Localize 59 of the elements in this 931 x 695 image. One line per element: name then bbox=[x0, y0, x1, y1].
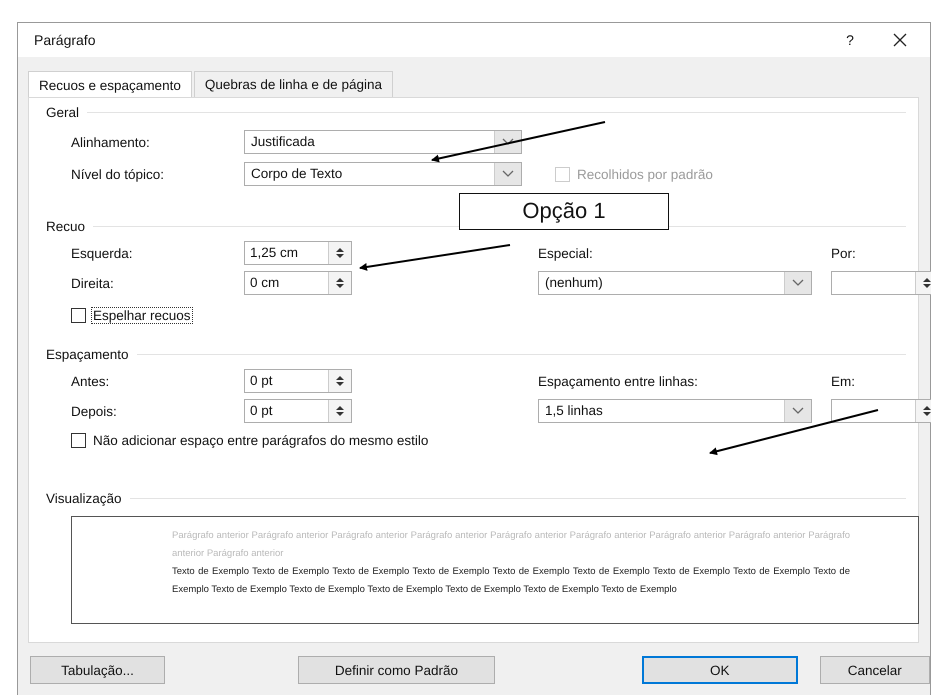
dropdown-value: Justificada bbox=[250, 133, 316, 151]
section-heading: Recuo bbox=[46, 218, 86, 234]
chevron-down-icon bbox=[502, 170, 514, 178]
spin-field[interactable]: 0 cm bbox=[244, 271, 352, 295]
section-heading: Geral bbox=[46, 104, 80, 120]
dialog-button[interactable]: OK bbox=[642, 656, 798, 684]
field-value: 0 pt bbox=[249, 372, 274, 390]
field-label: Depois: bbox=[71, 404, 118, 418]
checkbox-label: Não adicionar espaço entre parágrafos do mesmo estilo bbox=[92, 432, 430, 448]
spin-field[interactable] bbox=[831, 399, 931, 423]
spin-arrows-icon[interactable] bbox=[335, 276, 345, 290]
tab[interactable]: Quebras de linha e de página bbox=[194, 71, 393, 97]
field-label: Especial: bbox=[538, 246, 594, 260]
spin-field[interactable] bbox=[831, 271, 931, 295]
field-value: 0 cm bbox=[249, 274, 280, 292]
field-value: 1,25 cm bbox=[249, 244, 300, 262]
spin-field[interactable]: 0 pt bbox=[244, 399, 352, 423]
dropdown-field[interactable]: 1,5 linhas bbox=[538, 399, 812, 423]
window-title: Parágrafo bbox=[34, 32, 96, 48]
field-label: Em: bbox=[831, 374, 856, 388]
spin-arrows-icon[interactable] bbox=[335, 374, 345, 388]
dropdown-value: (nenhum) bbox=[544, 274, 604, 292]
dialog-button[interactable]: Definir como Padrão bbox=[298, 656, 495, 684]
spin-arrows-icon[interactable] bbox=[922, 276, 931, 290]
dropdown-value: Corpo de Texto bbox=[250, 165, 344, 183]
chevron-down-icon bbox=[792, 279, 804, 287]
dropdown-button[interactable] bbox=[494, 131, 521, 153]
spin-field[interactable]: 1,25 cm bbox=[244, 241, 352, 265]
section-heading: Visualização bbox=[46, 490, 122, 506]
sample-text: Texto de Exemplo Texto de Exemplo Texto de Exemplo Texto de Exemplo Texto de Exemplo Texto de Exemplo Texto de Exemplo Texto de Exemplo Texto de Exemplo Texto de Exemplo Texto de Exemplo Texto de Exemplo Texto de Exemplo Texto de Exemplo Texto de Exemplo bbox=[172, 565, 850, 597]
checkbox[interactable] bbox=[71, 308, 86, 322]
section-heading: Espaçamento bbox=[46, 346, 129, 362]
annotation-label: Opção 1 bbox=[459, 193, 669, 230]
field-label: Esquerda: bbox=[71, 246, 134, 260]
field-label: Alinhamento: bbox=[71, 134, 151, 150]
chevron-down-icon bbox=[792, 407, 804, 415]
field-label: Espaçamento entre linhas: bbox=[538, 374, 699, 388]
spin-arrows-icon[interactable] bbox=[335, 246, 345, 260]
field-value: 0 pt bbox=[249, 402, 274, 420]
checkbox-label: Espelhar recuos bbox=[92, 308, 192, 322]
field-label: Antes: bbox=[71, 374, 110, 388]
field-label: Direita: bbox=[71, 276, 115, 290]
field-label: Por: bbox=[831, 246, 857, 260]
dropdown-field[interactable]: Corpo de Texto bbox=[244, 162, 522, 186]
help-button[interactable]: ? bbox=[830, 32, 870, 48]
spin-arrows-icon[interactable] bbox=[922, 404, 931, 418]
tab[interactable]: Recuos e espaçamento bbox=[28, 71, 192, 98]
checkbox-label: Recolhidos por padrão bbox=[576, 166, 714, 182]
dialog-button[interactable]: Tabulação... bbox=[30, 656, 165, 684]
close-icon[interactable] bbox=[893, 33, 907, 47]
spin-arrows-icon[interactable] bbox=[335, 404, 345, 418]
spin-field[interactable]: 0 pt bbox=[244, 369, 352, 393]
checkbox[interactable] bbox=[71, 432, 86, 448]
dialog-button[interactable]: Cancelar bbox=[820, 656, 930, 684]
previous-paragraph-text: Parágrafo anterior Parágrafo anterior Parágrafo anterior Parágrafo anterior Parágrafo anterior Parágrafo anterior Parágrafo anterior Parágrafo anterior Parágrafo anterior Parágrafo anterior bbox=[172, 529, 850, 561]
dropdown-field[interactable]: (nenhum) bbox=[538, 271, 812, 295]
dropdown-field[interactable]: Justificada bbox=[244, 130, 522, 154]
field-label: Nível do tópico: bbox=[71, 166, 166, 182]
dropdown-value: 1,5 linhas bbox=[544, 402, 604, 420]
